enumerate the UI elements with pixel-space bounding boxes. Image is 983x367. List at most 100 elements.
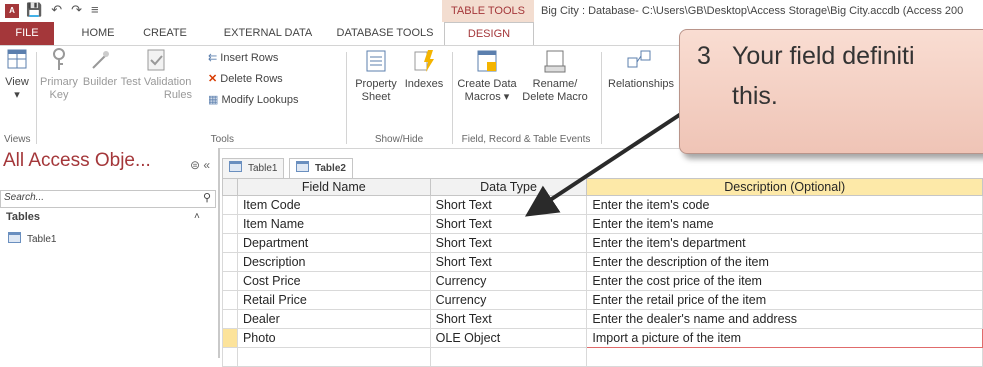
nav-section-tables[interactable]: Tables [6,211,40,223]
primary-key-button[interactable]: Primary Key [40,48,78,102]
row-selector[interactable] [222,195,238,215]
description-cell[interactable]: Enter the description of the item [586,252,983,272]
test-validation-rules-button[interactable]: Test Validation Rules [120,48,192,102]
callout-text-line1: Your field definiti [732,42,915,70]
group-label-show-hide: Show/Hide [374,134,424,145]
field-name-cell[interactable]: Photo [236,328,431,348]
table-icon [229,161,242,172]
table-design-grid: Field Name Data Type Description (Option… [222,178,983,367]
indexes-icon [414,50,434,72]
field-name-cell[interactable]: Cost Price [236,271,431,291]
grid-header-row: Field Name Data Type Description (Option… [222,178,983,196]
builder-wand-icon [92,51,109,69]
field-name-header: Field Name [236,178,431,196]
separator [346,52,347,144]
data-type-cell[interactable]: OLE Object [429,328,588,348]
data-type-cell[interactable] [429,347,588,367]
description-cell[interactable]: Enter the item's code [586,195,983,215]
tab-file[interactable]: FILE [0,22,54,45]
tab-home[interactable]: HOME [70,22,126,45]
field-name-cell[interactable] [236,347,431,367]
nav-pane-controls[interactable]: ⊜ « [190,158,210,172]
description-cell[interactable]: Import a picture of the item [586,328,983,348]
builder-button[interactable]: Builder [80,48,120,89]
table-row[interactable]: Cost Price Currency Enter the cost price o… [222,271,983,291]
data-type-cell[interactable]: Currency [429,290,588,310]
navigation-pane: All Access Obje... ⊜ « Search... ⚲ Table… [0,148,220,358]
nav-search-input[interactable]: Search... ⚲ [0,190,216,208]
description-header: Description (Optional) [586,178,983,196]
property-sheet-button[interactable]: Property Sheet [352,48,400,104]
nav-item-table1[interactable]: Table1 [8,232,56,245]
modify-lookups-icon: ▦ [208,94,219,106]
table-row[interactable]: Item Code Short Text Enter the item's code [222,195,983,215]
description-cell[interactable]: Enter the dealer's name and address [586,309,983,329]
table-row[interactable] [222,347,983,367]
separator [601,52,602,144]
customize-qat-icon[interactable]: ≡ [91,2,99,17]
search-icon: ⚲ [202,192,211,204]
field-name-cell[interactable]: Department [236,233,431,253]
table-row[interactable]: Retail Price Currency Enter the retail pri… [222,290,983,310]
instruction-callout: 3 Your field definiti this. [679,29,983,154]
data-type-cell[interactable]: Short Text [429,252,588,272]
field-name-cell[interactable]: Description [236,252,431,272]
table-tools-contextual-label: TABLE TOOLS [442,0,534,22]
row-selector[interactable] [222,233,238,253]
redo-icon[interactable]: ↷ [71,2,82,17]
tab-database-tools[interactable]: DATABASE TOOLS [328,22,442,45]
field-name-cell[interactable]: Dealer [236,309,431,329]
row-selector[interactable] [222,328,238,348]
doc-tab-table1[interactable]: Table1 [222,158,285,179]
table-row[interactable]: Description Short Text Enter the descripti… [222,252,983,272]
doc-tab-table2[interactable]: Table2 [289,158,353,179]
row-selector[interactable] [222,271,238,291]
group-label-views: Views [4,134,31,145]
data-type-cell[interactable]: Short Text [429,214,588,234]
quick-access-toolbar: 💾 ↶ ↷ ≡ [26,2,108,18]
view-button[interactable]: View ▾ [4,48,30,102]
row-selector[interactable] [222,347,238,367]
field-definitions-table: Field Name Data Type Description (Option… [222,178,983,367]
data-type-cell[interactable]: Short Text [429,195,588,215]
data-type-cell[interactable]: Short Text [429,309,588,329]
description-cell[interactable]: Enter the cost price of the item [586,271,983,291]
field-name-cell[interactable]: Item Code [236,195,431,215]
indexes-button[interactable]: Indexes [402,48,446,91]
description-cell[interactable]: Enter the retail price of the item [586,290,983,310]
table-row[interactable]: Item Name Short Text Enter the item's name [222,214,983,234]
create-data-macros-button[interactable]: Create Data Macros ▾ [456,48,518,104]
description-cell[interactable]: Enter the item's name [586,214,983,234]
search-placeholder: Search... [4,192,45,203]
undo-icon[interactable]: ↶ [51,2,62,17]
rename-delete-macro-icon [544,50,566,73]
create-data-macros-icon [477,50,497,72]
nav-pane-title[interactable]: All Access Obje... [3,150,151,172]
row-selector-header [222,178,238,196]
relationships-button[interactable]: Relationships [608,48,674,91]
separator [36,52,37,144]
row-selector[interactable] [222,309,238,329]
description-cell[interactable] [586,347,983,367]
table-row[interactable]: Department Short Text Enter the item's dep… [222,233,983,253]
table-icon [8,232,21,243]
row-selector[interactable] [222,290,238,310]
tab-design[interactable]: DESIGN [444,22,534,45]
tab-external-data[interactable]: EXTERNAL DATA [208,22,328,45]
description-cell[interactable]: Enter the item's department [586,233,983,253]
row-selector[interactable] [222,214,238,234]
data-type-cell[interactable]: Short Text [429,233,588,253]
data-type-cell[interactable]: Currency [429,271,588,291]
row-selector[interactable] [222,252,238,272]
tab-create[interactable]: CREATE [132,22,198,45]
rename-delete-macro-button[interactable]: Rename/Delete Macro [520,48,590,104]
table-row[interactable]: Photo OLE Object Import a picture of the i… [222,328,983,348]
save-icon[interactable]: 💾 [26,2,42,17]
table-row[interactable]: Dealer Short Text Enter the dealer's name … [222,309,983,329]
field-name-cell[interactable]: Retail Price [236,290,431,310]
modify-lookups-button[interactable]: ▦ Modify Lookups [208,93,299,106]
collapse-chevron-icon[interactable]: ˄ [194,211,200,222]
field-name-cell[interactable]: Item Name [236,214,431,234]
delete-rows-button[interactable]: ✕ Delete Rows [208,72,283,85]
insert-rows-button[interactable]: ⇇ Insert Rows [208,51,278,64]
